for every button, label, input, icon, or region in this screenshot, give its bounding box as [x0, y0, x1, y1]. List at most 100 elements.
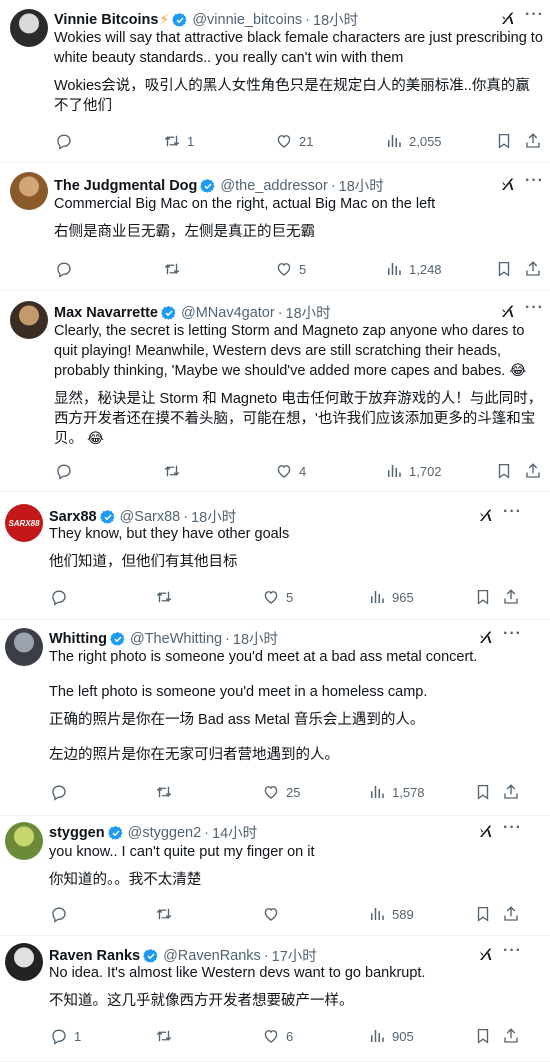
- more-options-icon[interactable]: ···: [525, 6, 544, 24]
- views-button[interactable]: 905: [368, 1027, 414, 1045]
- author-name[interactable]: Whitting: [49, 631, 107, 647]
- author-handle[interactable]: @Sarx88: [120, 509, 181, 525]
- timestamp[interactable]: 18小时: [313, 9, 358, 30]
- grok-icon[interactable]: [500, 10, 516, 26]
- avatar[interactable]: [5, 822, 43, 860]
- retweet-button[interactable]: [163, 260, 187, 278]
- grok-icon[interactable]: [478, 946, 494, 962]
- author-handle[interactable]: @RavenRanks: [163, 948, 261, 964]
- avatar[interactable]: [10, 172, 48, 210]
- views-button[interactable]: 965: [368, 588, 414, 606]
- bookmark-button[interactable]: [474, 1027, 492, 1045]
- share-button[interactable]: [502, 905, 520, 923]
- bookmark-button[interactable]: [495, 260, 513, 278]
- verified-badge-icon[interactable]: [197, 178, 216, 194]
- reply-tweet[interactable]: The Judgmental Dog @the_addressor · 18小时 ···…: [0, 163, 550, 291]
- retweet-button[interactable]: [155, 1027, 179, 1045]
- retweet-button[interactable]: 1: [163, 132, 194, 150]
- retweet-button[interactable]: [163, 462, 187, 480]
- share-button[interactable]: [502, 1027, 520, 1045]
- reply-tweet[interactable]: SARX88 Sarx88 @Sarx88 · 18小时 ··· They know, bu…: [0, 492, 550, 620]
- author-name[interactable]: Raven Ranks: [49, 948, 140, 964]
- share-button[interactable]: [524, 462, 542, 480]
- like-button[interactable]: [262, 905, 286, 923]
- reply-tweet[interactable]: Whitting @TheWhitting · 18小时 ··· The right ph…: [0, 620, 550, 816]
- verified-badge-icon[interactable]: [97, 509, 116, 525]
- timestamp[interactable]: 14小时: [212, 822, 257, 843]
- avatar[interactable]: [10, 9, 48, 47]
- timestamp[interactable]: 18小时: [339, 175, 384, 196]
- reply-button[interactable]: [50, 588, 74, 606]
- like-button[interactable]: 6: [262, 1027, 293, 1045]
- like-button[interactable]: 5: [262, 588, 293, 606]
- bookmark-button[interactable]: [474, 905, 492, 923]
- like-button[interactable]: 25: [262, 783, 300, 801]
- author-handle[interactable]: @vinnie_bitcoins: [192, 12, 302, 28]
- grok-icon[interactable]: [500, 176, 516, 192]
- views-button[interactable]: 589: [368, 905, 414, 923]
- reply-tweet[interactable]: Vinnie Bitcoins ⚡ @vinnie_bitcoins · 18小时 ···…: [0, 0, 550, 163]
- retweet-button[interactable]: [155, 905, 179, 923]
- bookmark-button[interactable]: [474, 588, 492, 606]
- reply-tweet[interactable]: Max Navarrette @MNav4gator · 18小时 ··· Clearly…: [0, 291, 550, 492]
- author-handle[interactable]: @styggen2: [128, 825, 202, 841]
- grok-icon[interactable]: [500, 303, 516, 319]
- reply-button[interactable]: [55, 462, 79, 480]
- bookmark-icon: [495, 132, 513, 150]
- more-options-icon[interactable]: ···: [525, 172, 544, 190]
- author-handle[interactable]: @the_addressor: [220, 178, 327, 194]
- avatar[interactable]: [10, 301, 48, 339]
- grok-icon[interactable]: [478, 507, 494, 523]
- timestamp[interactable]: 18小时: [233, 628, 278, 649]
- author-name[interactable]: Vinnie Bitcoins: [54, 12, 158, 28]
- share-button[interactable]: [524, 260, 542, 278]
- share-icon: [502, 783, 520, 801]
- share-button[interactable]: [502, 783, 520, 801]
- author-name[interactable]: Sarx88: [49, 509, 97, 525]
- views-button[interactable]: 1,578: [368, 783, 425, 801]
- more-options-icon[interactable]: ···: [503, 819, 522, 837]
- like-button[interactable]: 21: [275, 132, 313, 150]
- reply-button[interactable]: [50, 905, 74, 923]
- verified-badge-icon[interactable]: [140, 948, 159, 964]
- share-button[interactable]: [524, 132, 542, 150]
- avatar[interactable]: SARX88: [5, 504, 43, 542]
- author-name[interactable]: styggen: [49, 825, 105, 841]
- verified-badge-icon[interactable]: [169, 12, 188, 28]
- reply-tweet[interactable]: Raven Ranks @RavenRanks · 17小时 ··· No idea. I…: [0, 936, 550, 1062]
- verified-badge-icon[interactable]: [107, 631, 126, 647]
- more-options-icon[interactable]: ···: [503, 503, 522, 521]
- avatar[interactable]: [5, 628, 43, 666]
- bookmark-button[interactable]: [495, 132, 513, 150]
- bookmark-icon: [474, 783, 492, 801]
- author-handle[interactable]: @TheWhitting: [130, 631, 222, 647]
- bookmark-button[interactable]: [474, 783, 492, 801]
- more-options-icon[interactable]: ···: [503, 942, 522, 960]
- more-options-icon[interactable]: ···: [525, 299, 544, 317]
- author-handle[interactable]: @MNav4gator: [181, 305, 275, 321]
- author-name[interactable]: The Judgmental Dog: [54, 178, 197, 194]
- reply-button[interactable]: [50, 783, 74, 801]
- like-button[interactable]: 4: [275, 462, 306, 480]
- reply-tweet[interactable]: styggen @styggen2 · 14小时 ··· you know.. I can…: [0, 816, 550, 936]
- grok-icon[interactable]: [478, 629, 494, 645]
- likes-count: 25: [286, 784, 301, 800]
- grok-icon[interactable]: [478, 823, 494, 839]
- views-button[interactable]: 1,702: [385, 462, 442, 480]
- retweet-button[interactable]: [155, 783, 179, 801]
- retweet-button[interactable]: [155, 588, 179, 606]
- reply-button[interactable]: [55, 260, 79, 278]
- timestamp[interactable]: 18小时: [286, 302, 331, 323]
- share-button[interactable]: [502, 588, 520, 606]
- avatar[interactable]: [5, 943, 43, 981]
- views-button[interactable]: 2,055: [385, 132, 442, 150]
- views-button[interactable]: 1,248: [385, 260, 442, 278]
- author-name[interactable]: Max Navarrette: [54, 305, 158, 321]
- like-button[interactable]: 5: [275, 260, 306, 278]
- bookmark-button[interactable]: [495, 462, 513, 480]
- reply-button[interactable]: 1: [50, 1027, 81, 1045]
- verified-badge-icon[interactable]: [158, 305, 177, 321]
- verified-badge-icon[interactable]: [105, 825, 124, 841]
- reply-button[interactable]: [55, 132, 79, 150]
- more-options-icon[interactable]: ···: [503, 625, 522, 643]
